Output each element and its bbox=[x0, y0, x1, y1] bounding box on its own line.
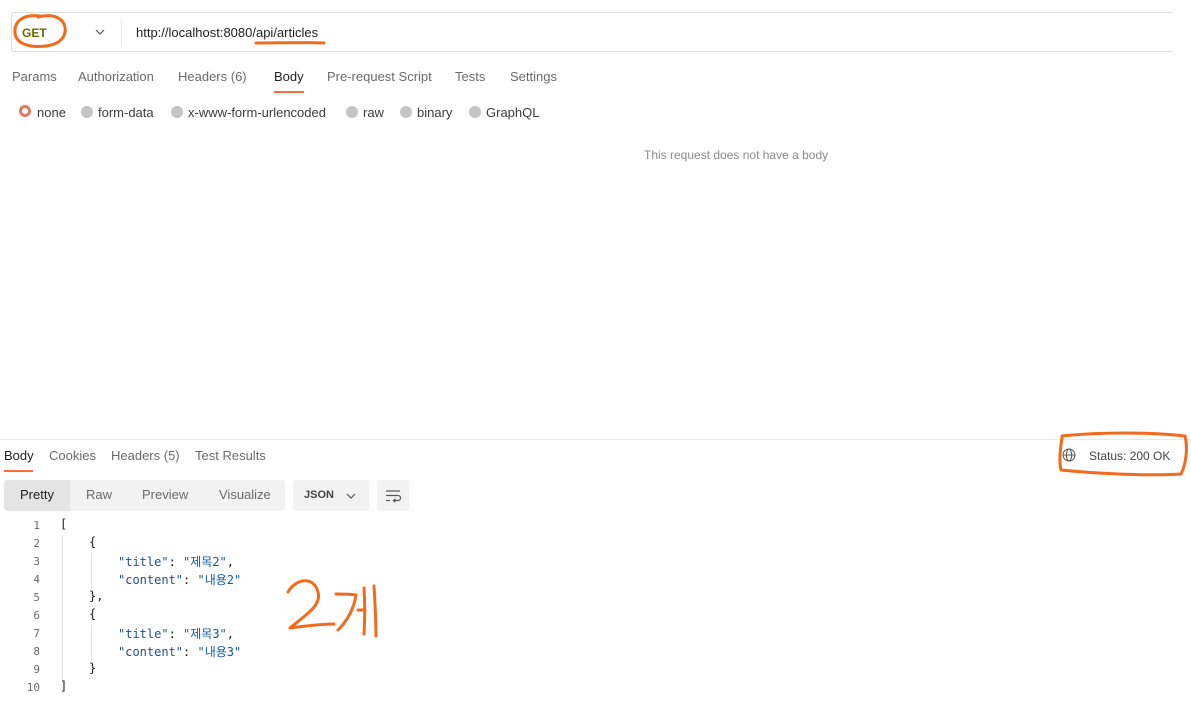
url-separator bbox=[121, 21, 122, 45]
tab-body[interactable]: Body bbox=[274, 69, 304, 84]
wrap-lines-button[interactable] bbox=[377, 480, 409, 511]
radio-binary[interactable] bbox=[400, 106, 412, 118]
code-line: "content": "내용3" bbox=[118, 645, 242, 659]
url-input[interactable]: http://localhost:8080/api/articles bbox=[136, 25, 318, 40]
response-tab-test-results[interactable]: Test Results bbox=[195, 448, 266, 463]
line-number: 8 bbox=[33, 645, 40, 658]
wrap-lines-icon bbox=[386, 490, 402, 503]
tab-tests[interactable]: Tests bbox=[455, 69, 485, 84]
line-number: 3 bbox=[33, 555, 40, 568]
code-line: } bbox=[89, 661, 97, 675]
code-line: "content": "내용2" bbox=[118, 573, 242, 587]
radio-label-none[interactable]: none bbox=[37, 105, 66, 120]
view-pretty-button[interactable]: Pretty bbox=[20, 487, 54, 502]
tab-settings[interactable]: Settings bbox=[510, 69, 557, 84]
radio-label-x-www-form-urlencoded[interactable]: x-www-form-urlencoded bbox=[188, 105, 326, 120]
tab-authorization[interactable]: Authorization bbox=[78, 69, 154, 84]
line-number: 10 bbox=[26, 681, 40, 694]
code-line: { bbox=[89, 535, 97, 549]
response-tab-cookies[interactable]: Cookies bbox=[49, 448, 96, 463]
indent-guide bbox=[91, 553, 92, 589]
pane-divider[interactable] bbox=[0, 439, 1191, 440]
indent-guide bbox=[91, 625, 92, 661]
chevron-down-icon[interactable] bbox=[346, 491, 356, 501]
indent-guide bbox=[62, 535, 63, 683]
line-number: 6 bbox=[33, 609, 40, 622]
code-line: "title": "제목2", bbox=[118, 555, 235, 569]
response-tab-headers[interactable]: Headers (5) bbox=[111, 448, 180, 463]
radio-label-raw[interactable]: raw bbox=[363, 105, 384, 120]
code-line: ] bbox=[60, 679, 68, 693]
line-number: 5 bbox=[33, 591, 40, 604]
view-raw-button[interactable]: Raw bbox=[86, 487, 112, 502]
format-select-label[interactable]: JSON bbox=[304, 489, 334, 501]
annotation-handwritten-note bbox=[286, 579, 378, 638]
view-preview-button[interactable]: Preview bbox=[142, 487, 188, 502]
line-number: 9 bbox=[33, 663, 40, 676]
tab-params[interactable]: Params bbox=[12, 69, 57, 84]
globe-icon[interactable] bbox=[1062, 448, 1076, 462]
code-line: { bbox=[89, 607, 97, 621]
code-line: "title": "제목3", bbox=[118, 627, 235, 641]
response-active-tab-indicator bbox=[4, 470, 33, 472]
line-number: 1 bbox=[33, 519, 40, 532]
chevron-down-icon[interactable] bbox=[95, 27, 105, 37]
radio-form-data[interactable] bbox=[81, 106, 93, 118]
method-select[interactable]: GET bbox=[22, 26, 47, 40]
empty-body-message: This request does not have a body bbox=[644, 148, 829, 162]
line-number: 4 bbox=[33, 573, 40, 586]
radio-label-form-data[interactable]: form-data bbox=[98, 105, 154, 120]
radio-label-binary[interactable]: binary bbox=[417, 105, 452, 120]
status-badge[interactable]: Status: 200 OK bbox=[1089, 449, 1170, 463]
radio-label-graphql[interactable]: GraphQL bbox=[486, 105, 539, 120]
radio-raw[interactable] bbox=[346, 106, 358, 118]
radio-graphql[interactable] bbox=[469, 106, 481, 118]
view-visualize-button[interactable]: Visualize bbox=[219, 487, 271, 502]
code-line: }, bbox=[89, 589, 104, 603]
code-line: [ bbox=[60, 517, 68, 531]
response-tab-body[interactable]: Body bbox=[4, 448, 34, 463]
line-number: 7 bbox=[33, 627, 40, 640]
radio-x-www-form-urlencoded[interactable] bbox=[171, 106, 183, 118]
line-number: 2 bbox=[33, 537, 40, 550]
tab-pre-request-script[interactable]: Pre-request Script bbox=[327, 69, 432, 84]
radio-none[interactable] bbox=[19, 105, 31, 117]
tab-headers[interactable]: Headers (6) bbox=[178, 69, 247, 84]
active-tab-indicator bbox=[274, 91, 304, 93]
